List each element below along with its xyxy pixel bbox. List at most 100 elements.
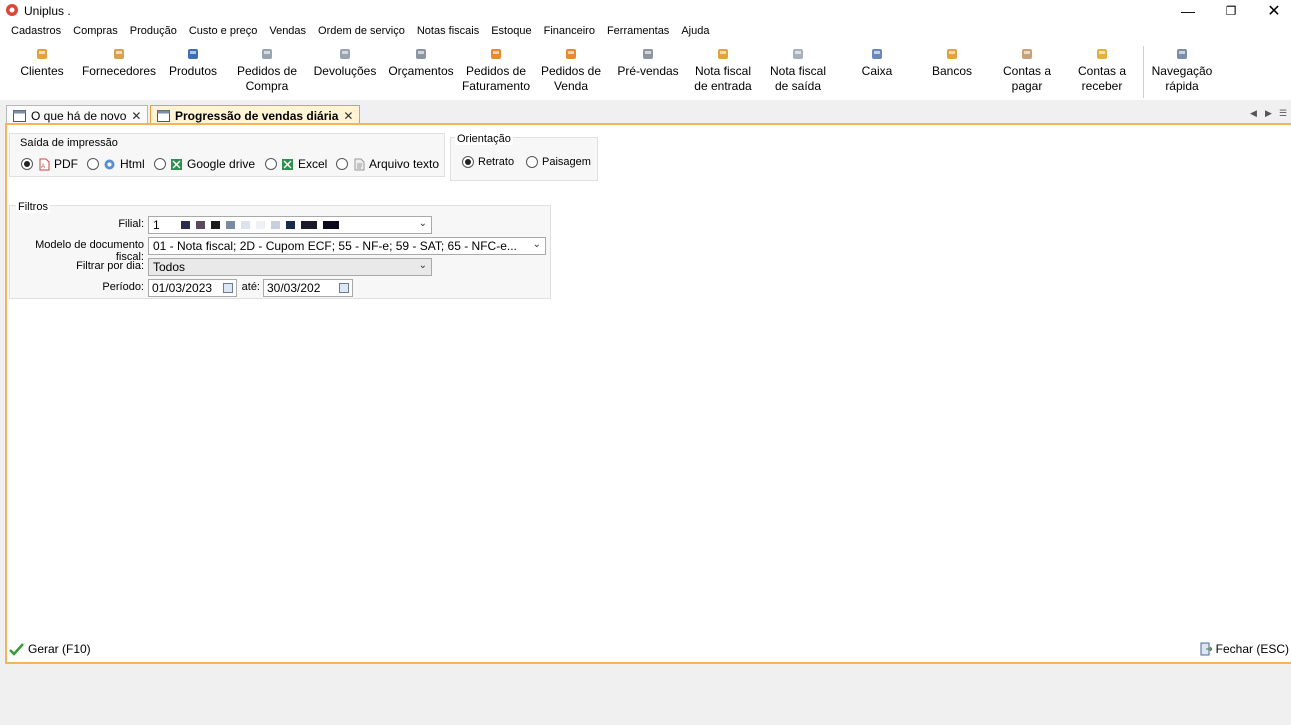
periodo-end-input[interactable]: 30/03/202 [263, 279, 353, 297]
tab-whats-new[interactable]: O que há de novo ✕ [6, 105, 149, 125]
report-panel: Saída de impressão A PDF Html Google dri… [5, 123, 1291, 664]
toolbar-invoice-out-button[interactable]: Nota fiscal de saída [758, 46, 838, 100]
filters-group: Filtros Filial: 1 ⌄ Modelo de documento … [9, 201, 551, 299]
radio-text-file[interactable]: Arquivo texto [336, 157, 439, 171]
gerar-button[interactable]: Gerar (F10) [9, 642, 91, 656]
menu-item-notas-fiscais[interactable]: Notas fiscais [411, 22, 485, 42]
print-output-legend: Saída de impressão [20, 137, 118, 149]
toolbar-label: Fornecedores [81, 64, 157, 78]
filters-legend: Filtros [16, 201, 50, 213]
menu-item-financeiro[interactable]: Financeiro [538, 22, 601, 42]
toolbar-supplier-button[interactable]: Fornecedores [79, 46, 159, 100]
tab-strip: O que há de novo ✕ Progressão de vendas … [0, 103, 1291, 125]
toolbar-return-button[interactable]: Devoluções [305, 46, 385, 100]
supplier-icon [114, 49, 124, 59]
toolbar-label: Pré-vendas [617, 64, 679, 78]
radio-retrato[interactable]: Retrato [462, 156, 514, 168]
toolbar-cash-button[interactable]: Caixa [837, 46, 917, 100]
menu-item-ordem-de-servi-o[interactable]: Ordem de serviço [312, 22, 411, 42]
toolbar-billing-order-button[interactable]: Pedidos de Faturamento [456, 46, 536, 100]
toolbar-bank-button[interactable]: Bancos [912, 46, 992, 100]
gerar-label: Gerar (F10) [28, 642, 91, 656]
checkmark-icon [9, 642, 24, 656]
radio-html[interactable]: Html [87, 157, 145, 171]
uniplus-logo-icon [6, 4, 18, 16]
menu-item-ferramentas[interactable]: Ferramentas [601, 22, 675, 42]
exit-door-icon [1200, 642, 1212, 656]
minimize-icon: — [1181, 3, 1195, 19]
close-tab-icon[interactable]: ✕ [343, 109, 353, 123]
toolbar-label: Pedidos de Compra [236, 64, 298, 93]
toolbar-payable-button[interactable]: Contas a pagar [987, 46, 1067, 100]
radio-paisagem[interactable]: Paisagem [526, 156, 591, 168]
menu-item-compras[interactable]: Compras [67, 22, 124, 42]
tab-list-icon[interactable]: ☰ [1279, 108, 1287, 119]
periodo-end-value: 30/03/202 [267, 281, 321, 295]
close-window-button[interactable]: ✕ [1254, 0, 1291, 22]
radio-google-drive-label: Google drive [187, 157, 256, 171]
redacted-text [181, 221, 339, 229]
filial-select[interactable]: 1 ⌄ [148, 216, 432, 234]
menu-item-produ-o[interactable]: Produção [124, 22, 183, 42]
filial-value: 1 [153, 218, 160, 232]
close-icon: ✕ [1267, 3, 1281, 20]
main-toolbar: Clientes Fornecedores Produtos Pedidos de C… [0, 42, 1291, 100]
toolbar-label: Contas a pagar [1002, 64, 1052, 93]
radio-pdf[interactable]: A PDF [21, 157, 78, 171]
menu-item-vendas[interactable]: Vendas [263, 22, 312, 42]
tab-progressao-vendas[interactable]: Progressão de vendas diária ✕ [150, 105, 361, 125]
toolbar-separator [1143, 46, 1144, 98]
invoice-out-icon [793, 49, 803, 59]
menu-item-ajuda[interactable]: Ajuda [675, 22, 715, 42]
action-bar: Gerar (F10) Fechar (ESC) [5, 639, 1291, 661]
toolbar-label: Devoluções [313, 64, 377, 78]
toolbar-label: Caixa [861, 64, 893, 78]
person-icon [37, 49, 47, 59]
toolbar-quick-nav-button[interactable]: Navegação rápida [1142, 46, 1222, 100]
calendar-icon[interactable] [339, 283, 349, 293]
periodo-start-input[interactable]: 01/03/2023 [148, 279, 237, 297]
menu-item-cadastros[interactable]: Cadastros [5, 22, 67, 42]
close-tab-icon[interactable]: ✕ [131, 109, 141, 123]
toolbar-product-button[interactable]: Produtos [153, 46, 233, 100]
toolbar-label: Bancos [931, 64, 973, 78]
modelo-value: 01 - Nota fiscal; 2D - Cupom ECF; 55 - N… [153, 239, 517, 253]
toolbar-label: Contas a receber [1077, 64, 1127, 93]
toolbar-purchase-order-button[interactable]: Pedidos de Compra [227, 46, 307, 100]
toolbar-presale-button[interactable]: Pré-vendas [608, 46, 688, 100]
radio-excel-label: Excel [298, 157, 328, 171]
radio-google-drive[interactable]: Google drive [154, 157, 255, 171]
minimize-button[interactable]: — [1168, 0, 1208, 22]
toolbar-quote-button[interactable]: Orçamentos [381, 46, 461, 100]
window-title: Uniplus . [24, 4, 71, 18]
toolbar-invoice-in-button[interactable]: Nota fiscal de entrada [683, 46, 763, 100]
chevron-down-icon: ⌄ [418, 260, 427, 271]
toolbar-label: Produtos [168, 64, 218, 78]
google-drive-icon [171, 158, 182, 170]
print-output-group: Saída de impressão A PDF Html Google dri… [9, 133, 445, 177]
toolbar-person-button[interactable]: Clientes [2, 46, 82, 100]
tab-scroll-right-icon[interactable]: ▶ [1265, 108, 1272, 119]
radio-excel[interactable]: Excel [265, 157, 327, 171]
toolbar-label: Navegação rápida [1151, 64, 1213, 93]
pdf-icon: A [39, 158, 50, 170]
toolbar-receivable-button[interactable]: Contas a receber [1062, 46, 1142, 100]
menu-item-estoque[interactable]: Estoque [485, 22, 537, 42]
title-bar: Uniplus . — ❐ ✕ [0, 0, 1291, 22]
calendar-icon[interactable] [223, 283, 233, 293]
toolbar-sales-order-button[interactable]: Pedidos de Venda [531, 46, 611, 100]
status-area [0, 664, 1291, 725]
periodo-start-value: 01/03/2023 [152, 281, 213, 295]
periodo-label: Período: [102, 281, 144, 293]
filtrar-dia-select[interactable]: Todos ⌄ [148, 258, 432, 276]
cash-icon [872, 49, 882, 59]
toolbar-label: Pedidos de Venda [540, 64, 602, 93]
restore-button[interactable]: ❐ [1211, 0, 1251, 22]
purchase-order-icon [262, 49, 272, 59]
modelo-documento-select[interactable]: 01 - Nota fiscal; 2D - Cupom ECF; 55 - N… [148, 237, 546, 255]
payable-icon [1022, 49, 1032, 59]
tab-scroll-left-icon[interactable]: ◀ [1250, 108, 1257, 119]
menu-item-custo-e-pre-o[interactable]: Custo e preço [183, 22, 263, 42]
filial-label: Filial: [118, 218, 144, 230]
fechar-button[interactable]: Fechar (ESC) [1200, 642, 1289, 656]
